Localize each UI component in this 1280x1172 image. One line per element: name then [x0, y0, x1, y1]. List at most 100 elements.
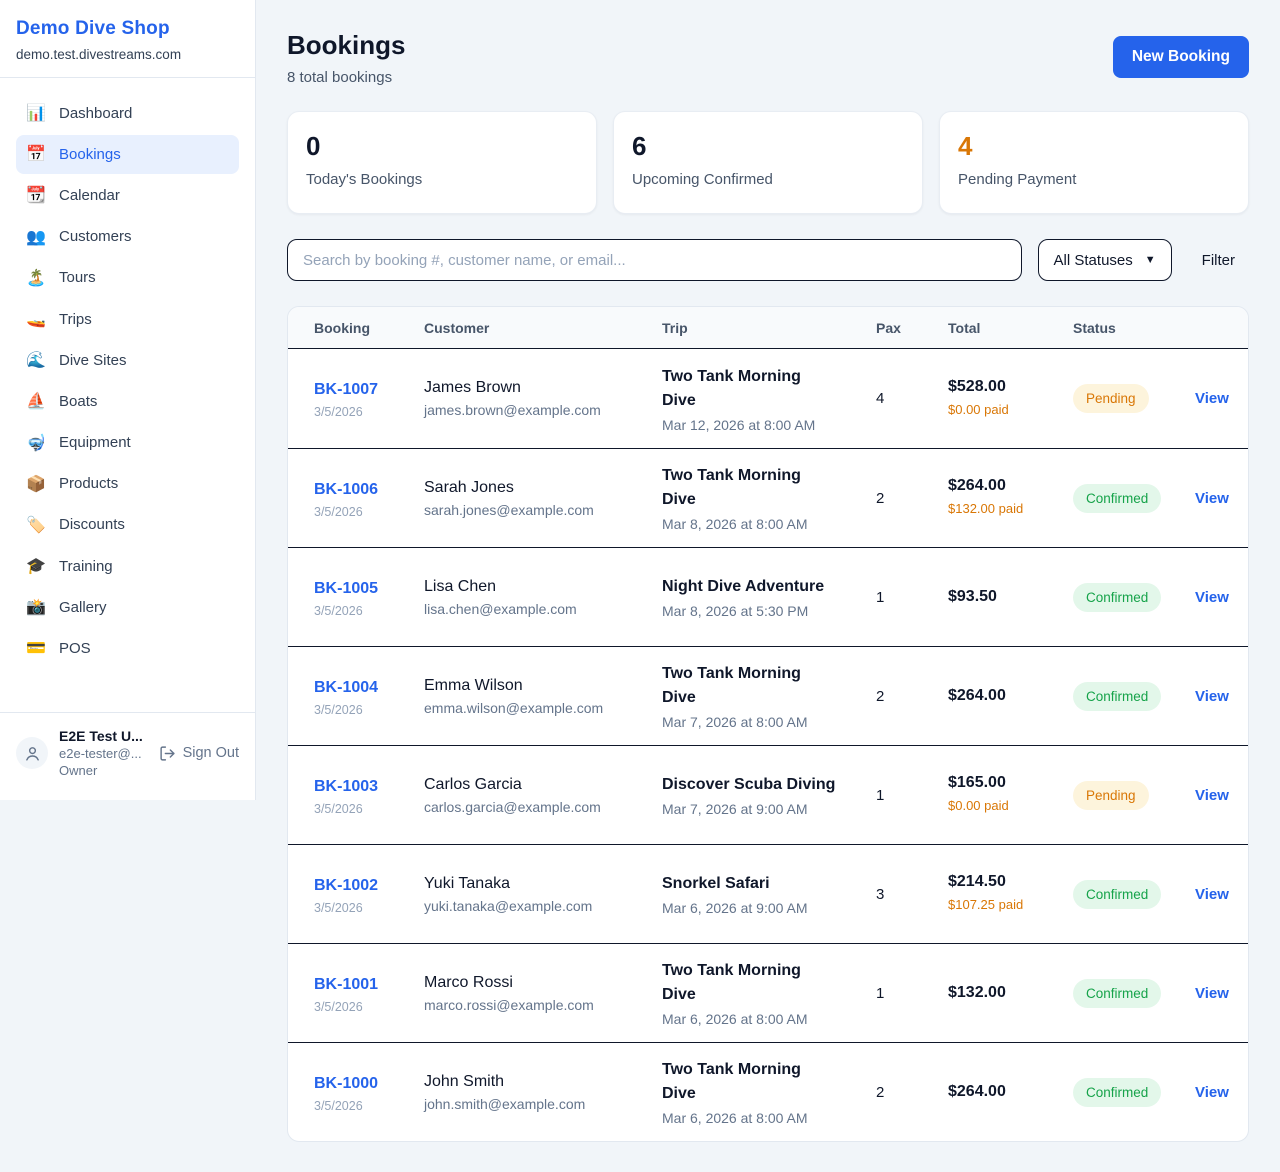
trip-date: Mar 6, 2026 at 9:00 AM [662, 900, 876, 916]
customer-cell: Marco Rossi marco.rossi@example.com [424, 974, 662, 1013]
sidebar-item-customers[interactable]: 👥Customers [16, 218, 239, 257]
sidebar-item-dashboard[interactable]: 📊Dashboard [16, 94, 239, 133]
table-row: BK-1004 3/5/2026 Emma Wilson emma.wilson… [288, 646, 1248, 745]
sidebar-item-label: Discounts [59, 516, 125, 534]
booking-id-link[interactable]: BK-1006 [314, 478, 384, 502]
status-badge: Confirmed [1073, 583, 1161, 612]
status-cell: Confirmed [1073, 682, 1195, 711]
sidebar-nav: 📊Dashboard📅Bookings📆Calendar👥Customers🏝️… [0, 78, 255, 681]
sidebar-item-pos[interactable]: 💳POS [16, 629, 239, 668]
sidebar-item-gallery[interactable]: 📸Gallery [16, 588, 239, 627]
view-link[interactable]: View [1195, 589, 1248, 606]
status-cell: Pending [1073, 781, 1195, 810]
view-link[interactable]: View [1195, 688, 1248, 705]
search-input[interactable] [287, 239, 1022, 281]
booking-id-link[interactable]: BK-1002 [314, 874, 384, 898]
trip-date: Mar 8, 2026 at 8:00 AM [662, 516, 876, 532]
pax-cell: 1 [876, 787, 948, 804]
sidebar-item-tours[interactable]: 🏝️Tours [16, 259, 239, 298]
island-icon: 🏝️ [26, 269, 46, 288]
sidebar-item-dive-sites[interactable]: 🌊Dive Sites [16, 341, 239, 380]
status-badge: Confirmed [1073, 682, 1161, 711]
trip-name: Two Tank Morning Dive [662, 1058, 836, 1106]
logout-icon [159, 745, 176, 762]
status-cell: Confirmed [1073, 979, 1195, 1008]
status-badge: Confirmed [1073, 979, 1161, 1008]
bookings-table: BookingCustomerTripPaxTotalStatus BK-100… [287, 306, 1249, 1142]
filter-button[interactable]: Filter [1188, 252, 1249, 269]
sidebar-item-label: Customers [59, 228, 132, 246]
booking-id-link[interactable]: BK-1000 [314, 1072, 384, 1096]
status-select[interactable]: All Statuses ▼ [1038, 239, 1172, 281]
view-link[interactable]: View [1195, 787, 1248, 804]
total-cell: $93.50 [948, 588, 1073, 606]
sidebar-item-label: Gallery [59, 599, 107, 617]
view-link[interactable]: View [1195, 490, 1248, 507]
page-title: Bookings [287, 30, 405, 61]
pax-cell: 2 [876, 490, 948, 507]
booking-date: 3/5/2026 [314, 901, 424, 915]
booking-cell: BK-1006 3/5/2026 [314, 478, 424, 519]
booking-cell: BK-1002 3/5/2026 [314, 874, 424, 915]
table-row: BK-1001 3/5/2026 Marco Rossi marco.rossi… [288, 943, 1248, 1042]
status-badge: Confirmed [1073, 880, 1161, 909]
table-row: BK-1000 3/5/2026 John Smith john.smith@e… [288, 1042, 1248, 1141]
booking-id-link[interactable]: BK-1003 [314, 775, 384, 799]
sidebar-item-label: Dashboard [59, 105, 132, 123]
view-link[interactable]: View [1195, 985, 1248, 1002]
booking-date: 3/5/2026 [314, 1099, 424, 1113]
trip-name: Night Dive Adventure [662, 575, 836, 599]
booking-date: 3/5/2026 [314, 405, 424, 419]
sidebar-item-training[interactable]: 🎓Training [16, 547, 239, 586]
paid-amount: $107.25 paid [948, 896, 1048, 914]
total-amount: $264.00 [948, 687, 1073, 705]
trip-name: Discover Scuba Diving [662, 773, 836, 797]
new-booking-button[interactable]: New Booking [1113, 36, 1249, 78]
status-badge: Confirmed [1073, 484, 1161, 513]
status-cell: Confirmed [1073, 1078, 1195, 1107]
customer-cell: Carlos Garcia carlos.garcia@example.com [424, 776, 662, 815]
stat-card-today-s-bookings: 0Today's Bookings [287, 111, 597, 214]
sidebar-item-calendar[interactable]: 📆Calendar [16, 176, 239, 215]
view-link[interactable]: View [1195, 1084, 1248, 1101]
page-subtitle: 8 total bookings [287, 69, 405, 86]
stat-value: 4 [958, 131, 1230, 162]
sidebar-item-boats[interactable]: ⛵Boats [16, 382, 239, 421]
status-cell: Confirmed [1073, 484, 1195, 513]
sidebar-item-trips[interactable]: 🚤Trips [16, 300, 239, 339]
table-row: BK-1003 3/5/2026 Carlos Garcia carlos.ga… [288, 745, 1248, 844]
total-cell: $528.00 $0.00 paid [948, 378, 1073, 419]
sidebar-item-products[interactable]: 📦Products [16, 465, 239, 504]
booking-cell: BK-1000 3/5/2026 [314, 1072, 424, 1113]
booking-cell: BK-1001 3/5/2026 [314, 973, 424, 1014]
booking-id-link[interactable]: BK-1004 [314, 676, 384, 700]
user-email: e2e-tester@... [59, 746, 148, 761]
sidebar-item-discounts[interactable]: 🏷️Discounts [16, 506, 239, 545]
person-icon [24, 745, 41, 762]
customer-name: Carlos Garcia [424, 776, 662, 794]
trip-date: Mar 6, 2026 at 8:00 AM [662, 1011, 876, 1027]
booking-cell: BK-1004 3/5/2026 [314, 676, 424, 717]
sidebar-item-equipment[interactable]: 🤿Equipment [16, 424, 239, 463]
trip-name: Two Tank Morning Dive [662, 662, 836, 710]
customer-name: John Smith [424, 1073, 662, 1091]
booking-id-link[interactable]: BK-1007 [314, 378, 384, 402]
booking-id-link[interactable]: BK-1001 [314, 973, 384, 997]
trip-name: Two Tank Morning Dive [662, 365, 836, 413]
trip-cell: Snorkel Safari Mar 6, 2026 at 9:00 AM [662, 872, 876, 916]
view-link[interactable]: View [1195, 390, 1248, 407]
booking-id-link[interactable]: BK-1005 [314, 577, 384, 601]
sidebar-item-bookings[interactable]: 📅Bookings [16, 135, 239, 174]
user-role: Owner [59, 763, 148, 778]
sidebar-item-label: Bookings [59, 146, 121, 164]
view-link[interactable]: View [1195, 886, 1248, 903]
calendar-pad-icon: 📆 [26, 186, 46, 205]
trip-cell: Two Tank Morning Dive Mar 6, 2026 at 8:0… [662, 1058, 876, 1126]
sidebar-item-label: Equipment [59, 434, 131, 452]
total-amount: $93.50 [948, 588, 1073, 606]
customer-email: carlos.garcia@example.com [424, 799, 662, 815]
customer-name: Marco Rossi [424, 974, 662, 992]
pax-cell: 3 [876, 886, 948, 903]
sign-out-button[interactable]: Sign Out [159, 745, 239, 762]
trip-name: Two Tank Morning Dive [662, 959, 836, 1007]
